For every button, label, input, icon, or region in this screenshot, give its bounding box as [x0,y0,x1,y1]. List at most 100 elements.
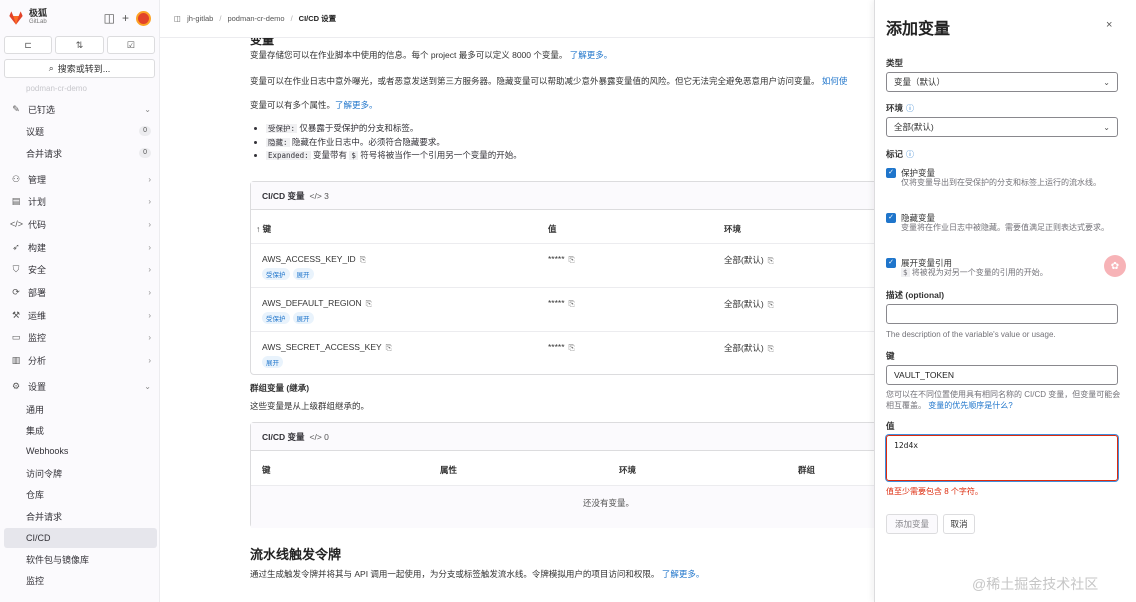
variables-attributes-intro: 变量可以有多个属性。了解更多。 [250,100,378,110]
protect-variable-checkbox[interactable]: ✓ [886,168,896,178]
avatar[interactable] [136,10,151,26]
sidebar-item-access-tokens[interactable]: 访问令牌 [4,463,157,483]
close-icon[interactable]: × [1106,19,1112,31]
list-item: 隐藏: 隐藏在作业日志中。必须符合隐藏要求。 [266,136,522,150]
environment-select[interactable]: 全部(默认) ⌄ [886,117,1118,137]
plan-icon: ▤ [11,195,21,206]
status-badge: 展开 [292,312,314,324]
sidebar-item-issues[interactable]: 议题 0 [4,121,157,141]
empty-state-text: 还没有变量。 [583,498,635,508]
project-name-faded: podman-cr-demo [26,84,87,93]
todo-shortcut-button[interactable]: ☑ [106,36,155,54]
sidebar-item-plan[interactable]: ▤ 计划 › [4,191,157,211]
sidebar-item-operate[interactable]: ⚒ 运维 › [4,305,157,325]
mask-variable-desc: 变量将在作业日志中被隐藏。需要值满足正则表达式要求。 [901,223,1109,232]
sidebar-item-analyze[interactable]: ▥ 分析 › [4,350,157,370]
sidebar-item-pinned[interactable]: ✎ 已钉选 ⌄ [4,99,157,119]
add-variable-button[interactable]: 添加变量 [886,514,938,534]
mask-variable-checkbox[interactable]: ✓ [886,213,896,223]
copy-icon[interactable]: ⎘ [768,344,774,353]
collapse-sidebar-icon[interactable]: ◫ [104,11,115,25]
sidebar-item-manage[interactable]: ⚇ 管理 › [4,169,157,189]
sidebar-item-general[interactable]: 通用 [4,399,157,419]
sidebar-item-settings-monitor[interactable]: 监控 [4,570,157,590]
copy-icon[interactable]: ⎘ [569,343,575,352]
type-select[interactable]: 变量（默认） ⌄ [886,72,1118,92]
sidebar-item-cicd[interactable]: CI/CD [4,528,157,548]
floating-helper-icon[interactable]: ✿ [1104,255,1126,277]
todo-icon: ☑ [126,39,135,50]
protect-variable-desc: 仅将变量导出到在受保护的分支和标签上运行的流水线。 [901,178,1101,187]
learn-more-link[interactable]: 了解更多。 [335,100,378,110]
cancel-button[interactable]: 取消 [943,514,975,534]
value-textarea[interactable]: 12d4x [886,435,1118,481]
sidebar-item-settings-merge-requests[interactable]: 合并请求 [4,506,157,526]
sidebar-item-code[interactable]: </> 代码 › [4,214,157,234]
how-to-link[interactable]: 如何使 [822,76,848,86]
description-input[interactable] [886,304,1118,324]
plus-icon[interactable]: + [122,11,129,25]
copy-icon[interactable]: ⎘ [768,300,774,309]
sidebar-item-webhooks[interactable]: Webhooks [4,441,157,461]
monitor-icon: ▭ [11,331,21,342]
sidebar-item-packages-registries[interactable]: 软件包与镜像库 [4,549,157,569]
sidebar: 极狐 GitLab ◫ + ⊏ ⇅ ☑ ⌕ 搜索或转到... podman-cr… [0,0,160,602]
learn-more-link[interactable]: 了解更多。 [570,50,613,60]
merge-request-icon: ⇅ [75,39,84,50]
status-badge: 受保护 [262,312,290,324]
sidebar-item-deploy[interactable]: ⟳ 部署 › [4,282,157,302]
variable-value: ***** ⎘ [548,298,575,308]
operate-icon: ⚒ [11,309,21,320]
key-label: 键 [886,351,895,361]
sidebar-toggle-icon[interactable]: ◫ [174,14,181,23]
sidebar-item-monitor[interactable]: ▭ 监控 › [4,327,157,347]
variable-environment: 全部(默认) ⎘ [724,343,775,353]
help-icon[interactable]: ⓘ [906,150,914,159]
group-variables-table: CI/CD 变量 </> 0 键 属性 环境 群组 还没有变量。 [250,422,874,528]
copy-icon[interactable]: ⎘ [768,256,774,265]
copy-icon[interactable]: ⎘ [569,255,575,264]
list-item: 受保护: 仅暴露于受保护的分支和标签。 [266,122,522,136]
breadcrumb-item-group[interactable]: jh-gitlab [187,14,213,23]
users-icon: ⚇ [11,173,21,184]
copy-icon[interactable]: ⎘ [386,343,392,352]
group-variables-desc: 这些变量是从上级群组继承的。 [250,401,370,411]
breadcrumb: ◫ jh-gitlab / podman-cr-demo / CI/CD 设置 [160,0,874,38]
add-variable-drawer: 添加变量 × 类型 变量（默认） ⌄ 环境 ⓘ 全部(默认) ⌄ 标记 ⓘ ✓ 保护变量… [874,0,1136,602]
sidebar-item-merge-requests[interactable]: 合并请求 0 [4,143,157,163]
expand-variable-checkbox[interactable]: ✓ [886,258,896,268]
breadcrumb-item-current[interactable]: CI/CD 设置 [299,13,337,24]
drawer-title: 添加变量 [886,21,951,38]
column-header-key[interactable]: ↑ 键 [256,223,271,235]
variables-intro: 变量存储您可以在作业脚本中使用的信息。每个 project 最多可以定义 800… [250,50,613,60]
count-badge: 0 [139,148,151,158]
code-icon: </> [10,219,24,229]
variable-precedence-link[interactable]: 变量的优先顺序是什么? [928,401,1012,410]
learn-more-link[interactable]: 了解更多。 [662,569,705,579]
merge-requests-shortcut-button[interactable]: ⇅ [55,36,104,54]
help-icon[interactable]: ⓘ [906,104,914,113]
search-button[interactable]: ⌕ 搜索或转到... [4,59,155,78]
copy-icon[interactable]: ⎘ [569,299,575,308]
sidebar-item-secure[interactable]: ⛉ 安全 › [4,259,157,279]
rocket-icon: ➶ [12,241,20,252]
main-content: 变量 变量存储您可以在作业脚本中使用的信息。每个 project 最多可以定义 … [250,38,874,602]
table-header: CI/CD 变量 </> 3 [251,182,874,210]
cicd-variables-table: CI/CD 变量 </> 3 ↑ 键 值 环境 AWS_ACCESS_KEY_ID… [250,181,874,375]
search-icon: ⌕ [48,63,54,73]
sidebar-item-repository[interactable]: 仓库 [4,484,157,504]
issues-shortcut-button[interactable]: ⊏ [4,36,53,54]
column-header-attributes: 属性 [440,465,458,475]
sidebar-header: 极狐 GitLab ◫ + [0,0,159,36]
sidebar-item-build[interactable]: ➶ 构建 › [4,237,157,257]
sidebar-item-settings[interactable]: ⚙ 设置 ⌄ [4,376,157,396]
status-badge: 受保护 [262,268,290,280]
key-input[interactable]: VAULT_TOKEN [886,365,1118,385]
breadcrumb-item-project[interactable]: podman-cr-demo [227,14,284,23]
copy-icon[interactable]: ⎘ [360,255,366,264]
column-header-environment: 环境 [724,224,742,234]
column-header-group: 群组 [798,465,816,475]
gitlab-logo-icon[interactable] [8,10,24,26]
sidebar-item-integrations[interactable]: 集成 [4,420,157,440]
copy-icon[interactable]: ⎘ [366,299,372,308]
